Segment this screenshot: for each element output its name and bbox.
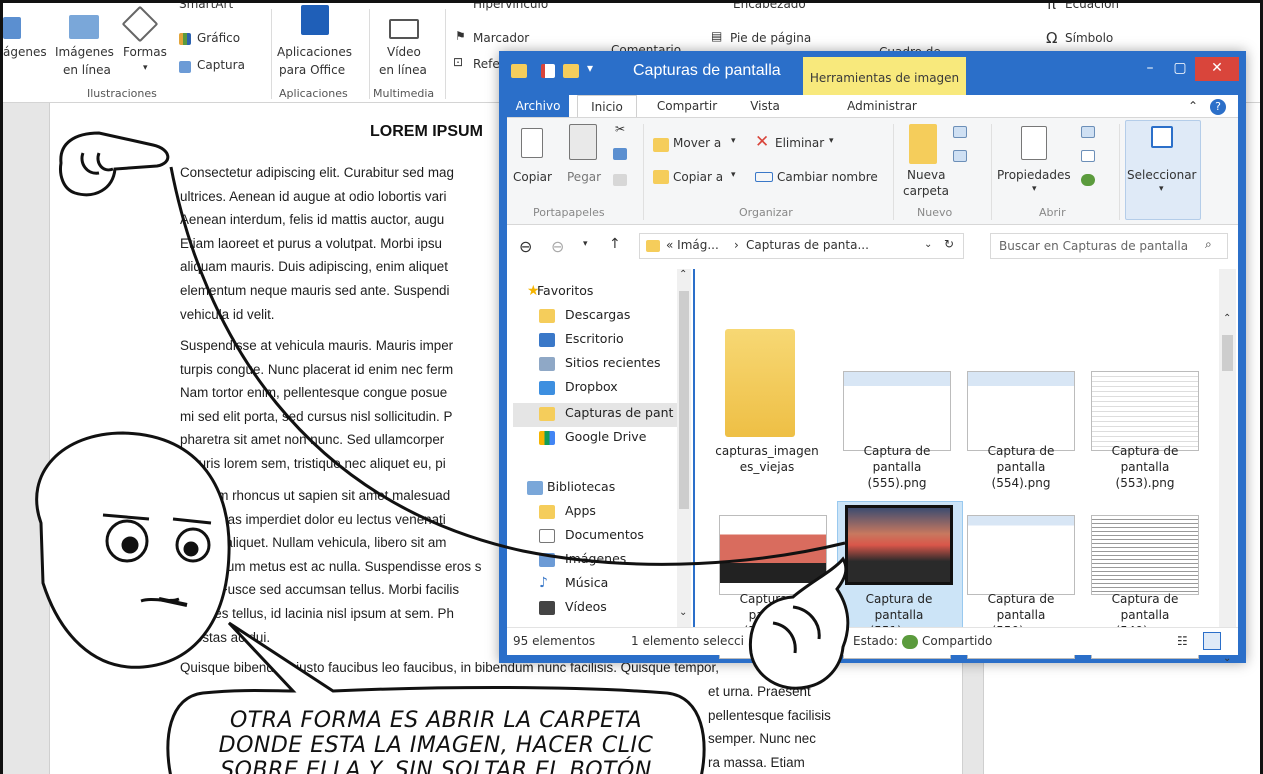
speech-line: DONDE ESTA LA IMAGEN, HACER CLIC [218, 733, 654, 758]
speech-line: OTRA FORMA ES ABRIR LA CARPETA [229, 708, 643, 733]
speech-bubble-text: OTRA FORMA ES ABRIR LA CARPETA DONDE EST… [186, 708, 686, 774]
comic-face [35, 431, 231, 669]
comic-overlay [35, 131, 850, 774]
pointing-hand-bottom-icon [748, 556, 850, 690]
pointing-hand-top-icon [59, 131, 170, 197]
drag-path-line [169, 166, 846, 566]
comic-panel: ágenes Imágenes en línea Formas ▾ SmartA… [0, 0, 1263, 774]
speech-line: SOBRE ELLA Y, SIN SOLTAR EL BOTÓN [220, 758, 652, 774]
